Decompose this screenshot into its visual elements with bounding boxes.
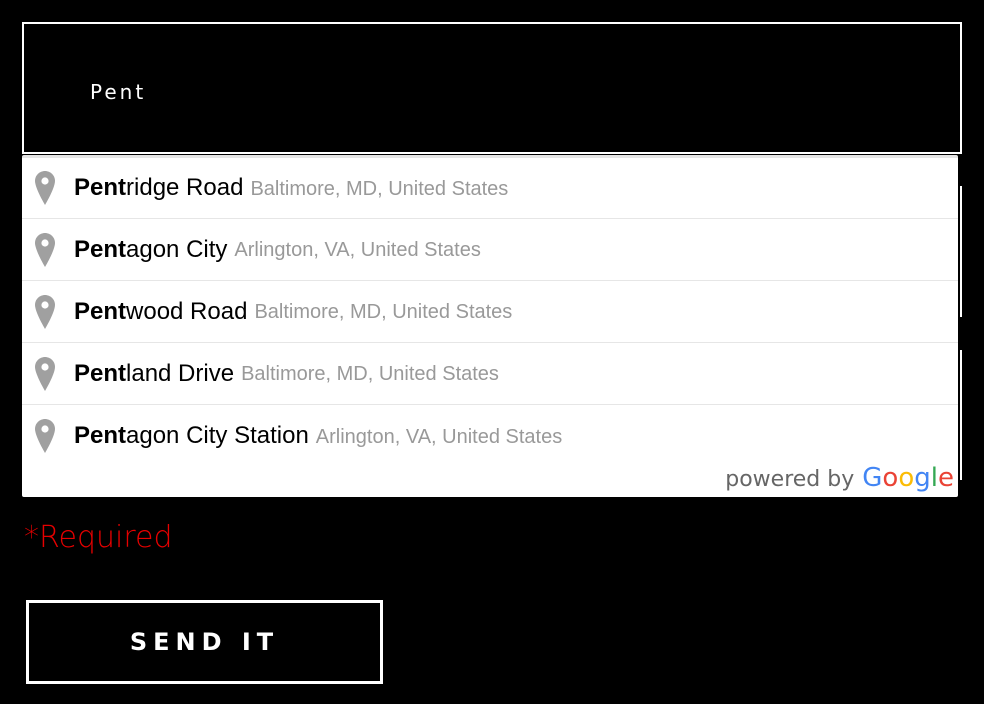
- suggestion-rest: agon City Station: [126, 422, 309, 449]
- suggestion-main-text: Pentwood Road: [74, 298, 247, 326]
- suggestion-secondary-text: Baltimore, MD, United States: [241, 363, 499, 385]
- suggestion-rest: ridge Road: [126, 174, 244, 201]
- google-attribution: powered by Google: [725, 463, 954, 493]
- map-pin-icon: [35, 171, 55, 205]
- suggestion-item[interactable]: Pentland Drive Baltimore, MD, United Sta…: [22, 343, 958, 405]
- suggestion-text: Pentagon City Station Arlington, VA, Uni…: [74, 405, 562, 467]
- send-button[interactable]: SEND IT: [26, 600, 383, 684]
- suggestion-text: Pentland Drive Baltimore, MD, United Sta…: [74, 343, 499, 404]
- powered-by-label: powered by: [725, 467, 855, 492]
- suggestion-match: Pent: [74, 235, 127, 263]
- suggestion-rest: agon City: [126, 235, 228, 263]
- suggestion-match: Pent: [74, 174, 127, 201]
- suggestion-match: Pent: [74, 359, 127, 387]
- suggestion-text: Pentwood Road Baltimore, MD, United Stat…: [74, 281, 512, 342]
- suggestion-item[interactable]: Pentagon City Arlington, VA, United Stat…: [22, 219, 958, 281]
- map-pin-icon: [35, 232, 55, 267]
- suggestion-secondary-text: Arlington, VA, United States: [234, 239, 481, 261]
- map-pin-icon: [35, 356, 55, 391]
- suggestion-secondary-text: Arlington, VA, United States: [315, 425, 563, 448]
- page: Pent Pentridge Road Baltimore, MD, Unite…: [0, 0, 984, 704]
- suggestion-match: Pent: [74, 422, 127, 449]
- suggestion-text: Pentagon City Arlington, VA, United Stat…: [74, 219, 481, 280]
- suggestion-secondary-text: Baltimore, MD, United States: [250, 177, 509, 200]
- suggestion-text: Pentridge Road Baltimore, MD, United Sta…: [74, 158, 508, 218]
- suggestion-main-text: Pentagon City Station: [74, 422, 309, 450]
- suggestion-main-text: Pentland Drive: [74, 360, 234, 388]
- suggestion-match: Pent: [74, 297, 127, 325]
- suggestion-rest: wood Road: [126, 297, 248, 325]
- address-input-value[interactable]: Pent: [90, 80, 146, 104]
- map-pin-icon: [35, 294, 55, 329]
- suggestion-main-text: Pentagon City: [74, 236, 227, 264]
- google-logo: Google: [862, 463, 954, 493]
- suggestion-item[interactable]: Pentwood Road Baltimore, MD, United Stat…: [22, 281, 958, 343]
- map-pin-icon: [35, 419, 55, 453]
- suggestion-rest: land Drive: [126, 359, 235, 387]
- address-search-input[interactable]: Pent: [22, 22, 962, 154]
- suggestion-secondary-text: Baltimore, MD, United States: [254, 301, 513, 323]
- autocomplete-dropdown: Pentridge Road Baltimore, MD, United Sta…: [22, 155, 958, 497]
- required-note: *Required: [24, 520, 173, 555]
- suggestion-item[interactable]: Pentagon City Station Arlington, VA, Uni…: [22, 405, 958, 467]
- suggestion-main-text: Pentridge Road: [74, 174, 243, 202]
- suggestion-item[interactable]: Pentridge Road Baltimore, MD, United Sta…: [22, 158, 958, 219]
